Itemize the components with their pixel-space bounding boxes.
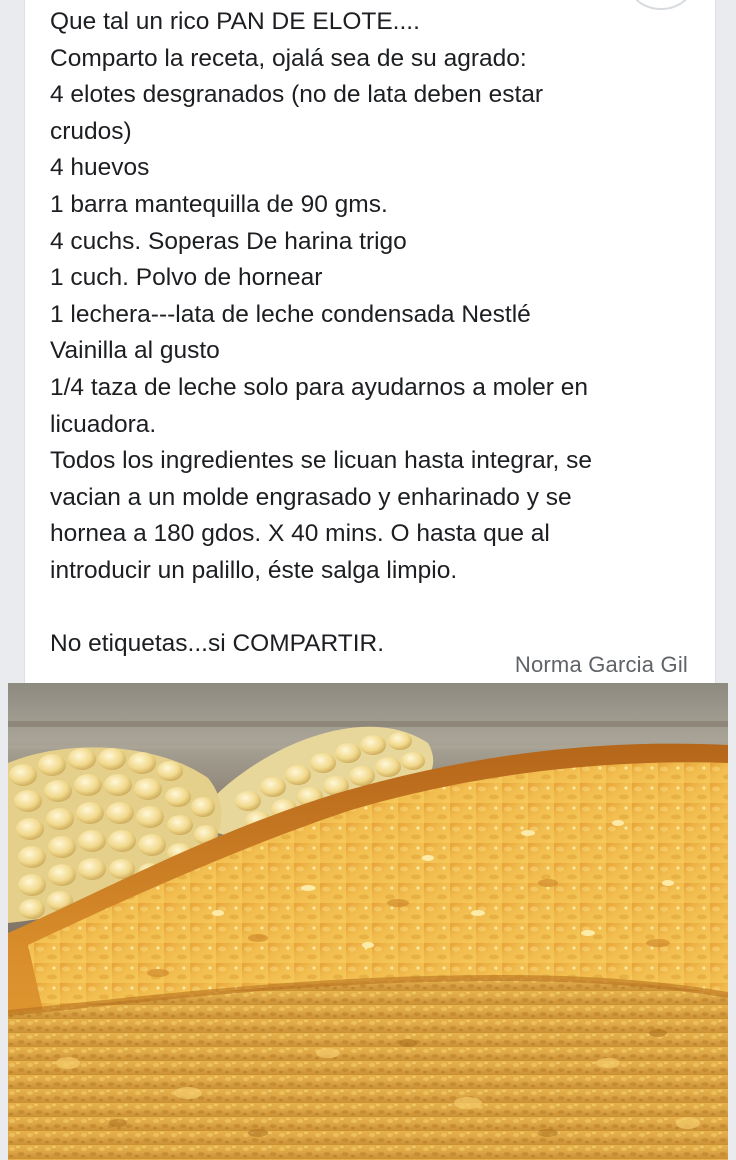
instructions-line: Todos los ingredientes se licuan hasta i… <box>50 447 593 475</box>
instructions-line: introducir un palillo, éste salga limpio… <box>50 556 458 584</box>
recipe-text: Que tal un rico PAN DE ELOTE.... Compart… <box>50 4 700 663</box>
ingredient-line: 4 cuchs. Soperas De harina trigo <box>50 227 407 255</box>
ingredient-line: 4 elotes desgranados (no de lata deben e… <box>50 81 544 109</box>
recipe-title-line: Que tal un rico PAN DE ELOTE.... <box>50 8 420 35</box>
instructions-line: vacian a un molde engrasado y enharinado… <box>50 483 572 511</box>
ingredient-line: Vainilla al gusto <box>50 337 220 365</box>
author-signature: Norma Garcia Gil <box>514 652 688 677</box>
ingredient-line: 1 lechera---lata de leche condensada Nes… <box>50 300 531 328</box>
recipe-intro-line: Comparto la receta, ojalá sea de su agra… <box>50 44 527 72</box>
ingredient-line: 4 huevos <box>50 154 150 182</box>
instructions-line: hornea a 180 gdos. X 40 mins. O hasta qu… <box>50 520 550 548</box>
ingredient-line: 1 barra mantequilla de 90 gms. <box>50 190 388 218</box>
corn-bread-photo <box>8 683 728 1160</box>
corn-bread-illustration <box>8 683 728 1160</box>
ingredient-line: 1/4 taza de leche solo para ayudarnos a … <box>50 373 588 401</box>
ingredient-line: crudos) <box>50 117 132 145</box>
ingredient-line: licuadora. <box>50 410 157 438</box>
ingredient-line: 1 cuch. Polvo de hornear <box>50 264 323 292</box>
